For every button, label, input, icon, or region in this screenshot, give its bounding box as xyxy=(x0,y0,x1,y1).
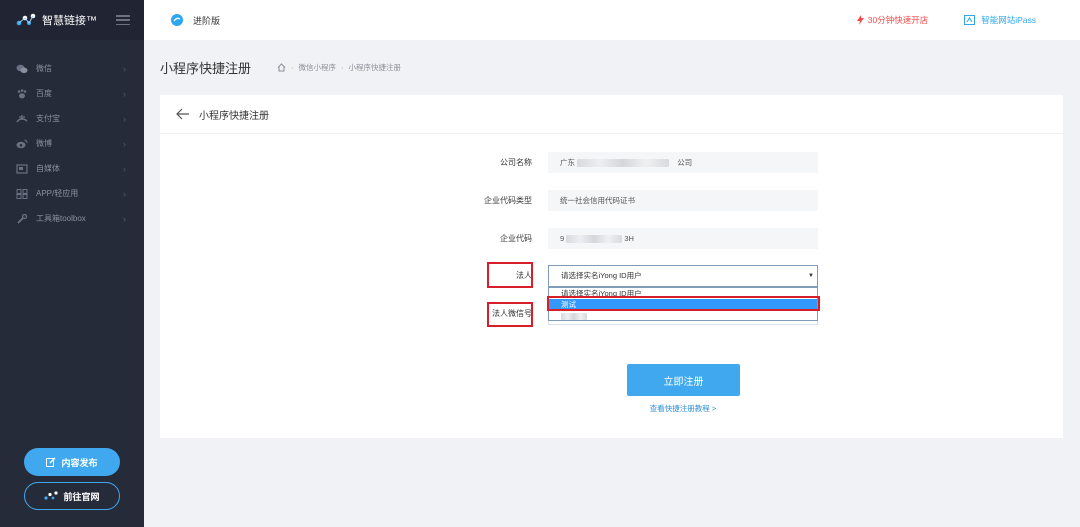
menu-toggle-icon[interactable] xyxy=(116,15,130,25)
sidebar-item-weibo[interactable]: 微博 › xyxy=(0,131,144,156)
highlight-box-selected-option xyxy=(547,296,820,311)
legal-row: 法人 请选择实名iYong ID用户 ▼ xyxy=(160,265,1063,287)
ipass-icon xyxy=(964,15,976,25)
chevron-right-icon: › xyxy=(123,138,126,149)
sidebar-item-toolbox[interactable]: 工具箱toolbox › xyxy=(0,206,144,231)
chevron-right-icon: › xyxy=(123,213,126,224)
sidebar-item-label: 支付宝 xyxy=(36,114,60,123)
publish-content-button[interactable]: 内容发布 xyxy=(24,448,120,476)
legal-option-blurred xyxy=(549,310,817,321)
brand-bar: 智慧链接™ xyxy=(0,0,144,40)
sidebar-item-label: 微博 xyxy=(36,139,52,148)
breadcrumb: · 微信小程序 · 小程序快捷注册 xyxy=(277,62,401,73)
sidebar-item-label: 自媒体 xyxy=(36,164,60,173)
register-card: 小程序快捷注册 公司名称 广东 公司 企业代码类型 统一社会信用代码证书 企业代… xyxy=(160,95,1063,438)
sidebar-nav: 微信 › 百度 › 支付宝 › 微博 › 自媒体 › APP/轻应用 › 工具箱… xyxy=(0,56,144,231)
register-button[interactable]: 立即注册 xyxy=(627,364,740,396)
page-title: 小程序快捷注册 xyxy=(160,61,252,76)
edit-icon xyxy=(46,457,56,467)
highlight-box-legal-label xyxy=(487,262,533,288)
sidebar-item-baidu[interactable]: 百度 › xyxy=(0,81,144,106)
top-bar: 进阶版 30分钟快速开店 智能网站iPass xyxy=(144,0,1080,40)
media-icon xyxy=(16,163,28,174)
chevron-right-icon: › xyxy=(123,188,126,199)
company-name-label: 公司名称 xyxy=(500,158,532,167)
legal-select[interactable]: 请选择实名iYong ID用户 ▼ xyxy=(548,265,818,287)
code-prefix: 9 xyxy=(560,234,565,243)
weibo-icon xyxy=(16,139,28,149)
company-name-prefix: 广东 xyxy=(560,158,575,167)
sidebar-item-wechat[interactable]: 微信 › xyxy=(0,56,144,81)
lightning-icon xyxy=(856,15,864,25)
card-title: 小程序快捷注册 xyxy=(199,110,269,122)
official-site-button[interactable]: 前往官网 xyxy=(24,482,120,510)
edition-badge-icon xyxy=(171,14,183,26)
sidebar-item-label: 工具箱toolbox xyxy=(36,214,86,223)
wrench-icon xyxy=(16,213,28,224)
brand-logo-icon xyxy=(44,491,59,500)
code-type-row: 企业代码类型 统一社会信用代码证书 xyxy=(160,190,1063,212)
sidebar-item-alipay[interactable]: 支付宝 › xyxy=(0,106,144,131)
back-arrow-icon[interactable] xyxy=(176,108,190,120)
register-button-label: 立即注册 xyxy=(663,376,704,388)
code-field: 9 3H xyxy=(548,228,818,249)
sidebar-item-label: APP/轻应用 xyxy=(36,189,79,198)
official-site-label: 前往官网 xyxy=(63,491,100,502)
company-name-row: 公司名称 广东 公司 xyxy=(160,152,1063,174)
code-suffix: 3H xyxy=(624,234,634,243)
quick-open-link[interactable]: 30分钟快速开店 xyxy=(856,14,929,26)
chevron-right-icon: › xyxy=(123,163,126,174)
breadcrumb-separator: · xyxy=(291,63,294,72)
chevron-right-icon: › xyxy=(123,88,126,99)
ipass-link[interactable]: 智能网站iPass xyxy=(964,14,1036,26)
code-label: 企业代码 xyxy=(500,234,532,243)
breadcrumb-item[interactable]: 微信小程序 xyxy=(299,62,337,73)
redacted-blur xyxy=(566,235,623,244)
code-type-field: 统一社会信用代码证书 xyxy=(548,190,818,211)
redacted-blur xyxy=(561,312,587,320)
dropdown-arrow-icon: ▼ xyxy=(808,273,814,279)
app-grid-icon xyxy=(16,188,28,199)
quick-open-label: 30分钟快速开店 xyxy=(867,15,929,25)
baidu-paw-icon xyxy=(16,88,28,99)
highlight-box-wechat-label xyxy=(487,302,533,327)
code-type-value: 统一社会信用代码证书 xyxy=(560,196,635,205)
chevron-right-icon: › xyxy=(123,63,126,74)
page-header: 小程序快捷注册 · 微信小程序 · 小程序快捷注册 xyxy=(160,58,401,77)
tutorial-link[interactable]: 查看快捷注册教程 > xyxy=(608,403,758,414)
chevron-right-icon: › xyxy=(123,113,126,124)
alipay-icon xyxy=(16,114,28,124)
brand-name: 智慧链接™ xyxy=(42,15,97,27)
company-name-suffix: 公司 xyxy=(677,158,693,167)
code-type-label: 企业代码类型 xyxy=(484,196,532,205)
sidebar-item-label: 百度 xyxy=(36,89,52,98)
ipass-label: 智能网站iPass xyxy=(981,15,1036,25)
brand-logo-icon xyxy=(16,13,36,26)
sidebar-item-app[interactable]: APP/轻应用 › xyxy=(0,181,144,206)
breadcrumb-separator: · xyxy=(341,63,344,72)
sidebar: 智慧链接™ 微信 › 百度 › 支付宝 › 微博 › 自媒体 › APP/轻应用… xyxy=(0,0,144,527)
legal-select-value: 请选择实名iYong ID用户 xyxy=(561,271,642,280)
edition-label: 进阶版 xyxy=(193,15,221,26)
home-icon[interactable] xyxy=(277,63,286,72)
card-header: 小程序快捷注册 xyxy=(160,95,1063,134)
publish-content-label: 内容发布 xyxy=(61,457,98,468)
breadcrumb-item: 小程序快捷注册 xyxy=(348,63,402,72)
sidebar-item-label: 微信 xyxy=(36,64,52,73)
wechat-icon xyxy=(16,64,28,74)
sidebar-item-media[interactable]: 自媒体 › xyxy=(0,156,144,181)
company-name-field: 广东 公司 xyxy=(548,152,818,173)
redacted-blur xyxy=(577,159,670,168)
code-row: 企业代码 9 3H xyxy=(160,228,1063,250)
